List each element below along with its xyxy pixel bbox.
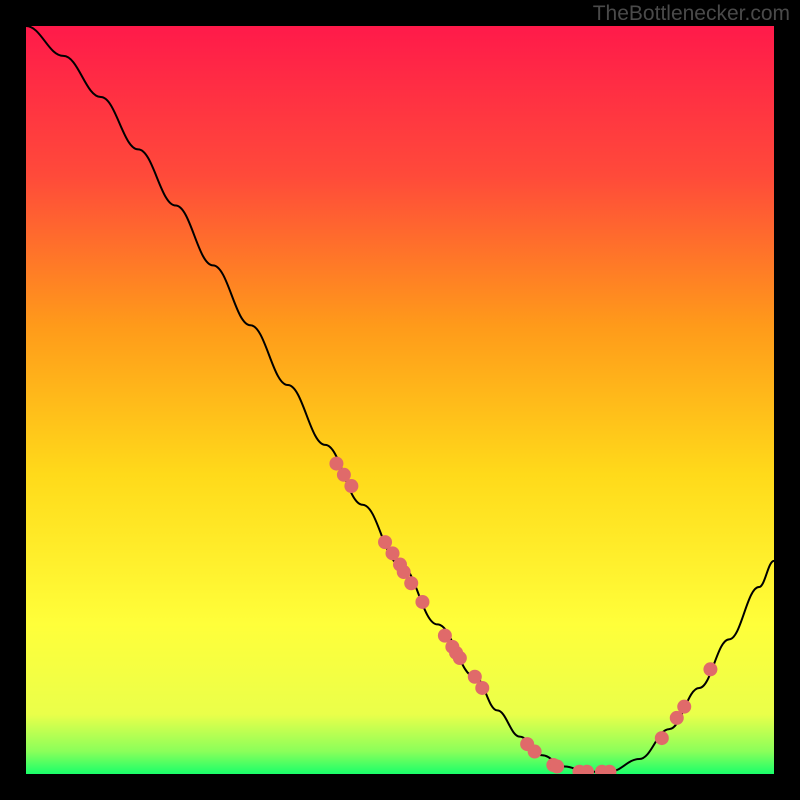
data-marker bbox=[344, 479, 358, 493]
plot-area bbox=[26, 26, 774, 774]
data-marker bbox=[453, 651, 467, 665]
data-marker bbox=[677, 700, 691, 714]
gradient-bg bbox=[26, 26, 774, 774]
data-marker bbox=[703, 662, 717, 676]
data-marker bbox=[550, 760, 564, 774]
watermark-text: TheBottlenecker.com bbox=[593, 2, 790, 26]
data-marker bbox=[528, 745, 542, 759]
data-marker bbox=[415, 595, 429, 609]
chart-svg bbox=[26, 26, 774, 774]
data-marker bbox=[475, 681, 489, 695]
data-marker bbox=[404, 576, 418, 590]
data-marker bbox=[655, 731, 669, 745]
